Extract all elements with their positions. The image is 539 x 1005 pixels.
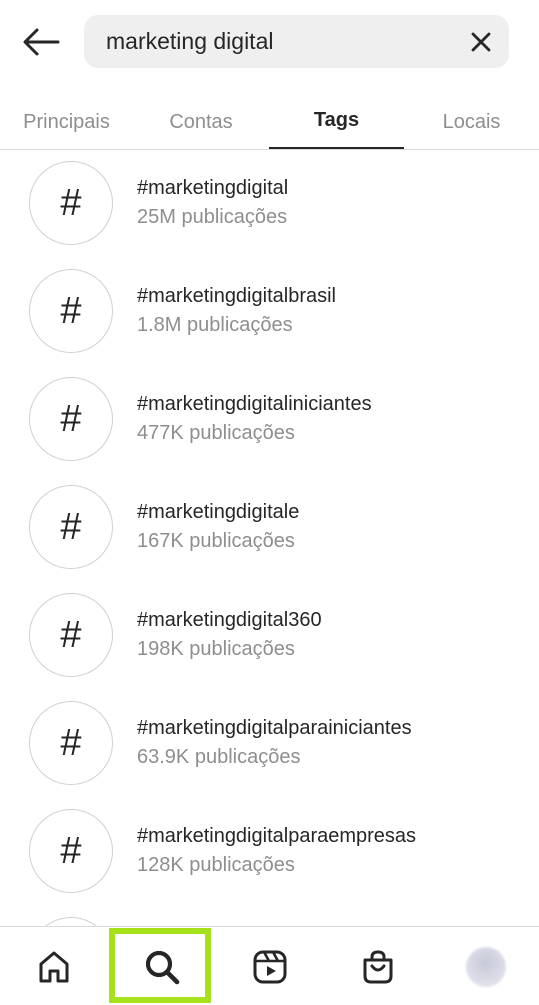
hashtag-result-item[interactable]: # #marketingdigitalbrasil 1.8M publicaçõ… (0, 259, 539, 367)
hashtag-name: #marketingdigitaliniciantes (137, 393, 372, 415)
hashtag-name: #marketingdigital (137, 177, 289, 199)
home-icon (39, 951, 69, 982)
hashtag-post-count: 128K publicações (137, 854, 295, 876)
tab-tags[interactable]: Tags (269, 94, 404, 149)
hashtag-icon (29, 917, 113, 926)
hashtag-name: #marketingdigitalparaempresas (137, 825, 417, 847)
hashtag-name: #marketingdigital360 (137, 609, 322, 631)
hashtag-result-item-partial[interactable] (0, 907, 539, 926)
hashtag-icon: # (29, 269, 113, 353)
hashtag-post-count: 477K publicações (137, 422, 295, 444)
tab-principais[interactable]: Principais (0, 94, 133, 150)
nav-home[interactable] (0, 927, 108, 1005)
nav-shop[interactable] (324, 927, 432, 1005)
back-arrow-icon[interactable] (20, 22, 62, 62)
hashtag-post-count: 25M publicações (137, 206, 288, 228)
search-icon (145, 950, 180, 984)
nav-profile[interactable] (432, 927, 539, 1005)
search-tabs: Principais Contas Tags Locais (0, 94, 539, 150)
hashtag-result-item[interactable]: # #marketingdigital 25M publicações (0, 151, 539, 259)
hashtag-icon: # (29, 809, 113, 893)
hashtag-icon: # (29, 593, 113, 677)
search-header (0, 0, 539, 84)
hashtag-post-count: 63.9K publicações (137, 746, 301, 768)
hashtag-result-item[interactable]: # #marketingdigitalparaempresas 128K pub… (0, 799, 539, 907)
hashtag-result-item[interactable]: # #marketingdigital360 198K publicações (0, 583, 539, 691)
tab-locais[interactable]: Locais (404, 94, 539, 150)
reels-icon (253, 950, 287, 983)
shop-icon (363, 949, 393, 983)
hashtag-post-count: 167K publicações (137, 530, 295, 552)
hashtag-post-count: 1.8M publicações (137, 314, 293, 336)
bottom-navigation (0, 926, 539, 1005)
hashtag-name: #marketingdigitale (137, 501, 300, 523)
search-bar[interactable] (84, 15, 509, 68)
hashtag-result-item[interactable]: # #marketingdigitale 167K publicações (0, 475, 539, 583)
hashtag-icon: # (29, 377, 113, 461)
hashtag-results-list: # #marketingdigital 25M publicações # #m… (0, 151, 539, 926)
hashtag-post-count: 198K publicações (137, 638, 295, 660)
hashtag-result-item[interactable]: # #marketingdigitaliniciantes 477K publi… (0, 367, 539, 475)
nav-reels[interactable] (216, 927, 324, 1005)
profile-avatar (466, 946, 506, 987)
tab-contas[interactable]: Contas (133, 94, 269, 150)
clear-search-icon[interactable] (465, 26, 497, 58)
hashtag-icon: # (29, 485, 113, 569)
hashtag-icon: # (29, 701, 113, 785)
hashtag-result-item[interactable]: # #marketingdigitalparainiciantes 63.9K … (0, 691, 539, 799)
hashtag-name: #marketingdigitalbrasil (137, 285, 336, 307)
hashtag-name: #marketingdigitalparainiciantes (137, 717, 412, 739)
search-input[interactable] (106, 15, 446, 68)
nav-search[interactable] (108, 927, 216, 1005)
hashtag-icon: # (29, 161, 113, 245)
